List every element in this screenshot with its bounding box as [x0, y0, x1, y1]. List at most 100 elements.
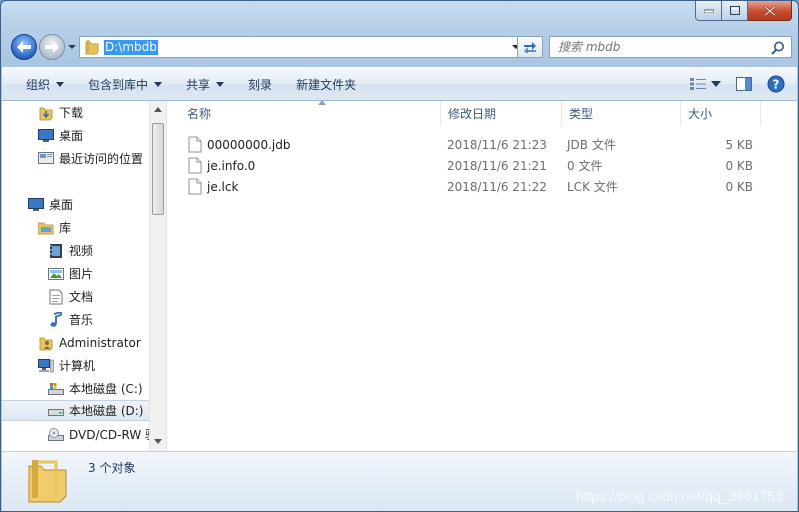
column-header-name[interactable]: 名称 [180, 100, 441, 126]
user-folder-icon [38, 335, 54, 351]
file-modified: 2018/11/6 21:21 [447, 158, 547, 173]
file-row[interactable]: 00000000.jdb 2018/11/6 21:23 JDB 文件 5 KB [168, 134, 788, 155]
scrollbar-thumb[interactable] [152, 123, 164, 215]
minimize-icon [703, 9, 714, 13]
column-label: 修改日期 [448, 107, 497, 121]
nav-item-user[interactable]: Administrator [38, 332, 141, 353]
minimize-button[interactable] [695, 1, 722, 21]
help-icon: ? [767, 75, 785, 93]
refresh-icon [524, 42, 536, 53]
nav-label: 桌面 [59, 129, 84, 143]
computer-icon [38, 358, 54, 374]
include-in-library-label: 包含到库中 [88, 77, 149, 92]
details-pane: 3 个对象 https://blog.csdn.net/qq_3861753 [2, 451, 797, 511]
file-size: 5 KB [725, 137, 753, 152]
nav-label: 图片 [69, 267, 94, 281]
refresh-button[interactable] [517, 36, 543, 58]
file-type: 0 文件 [567, 159, 603, 173]
file-row[interactable]: je.info.0 2018/11/6 21:21 0 文件 0 KB [168, 155, 788, 176]
nav-item-videos[interactable]: 视频 [48, 240, 93, 261]
main-area: 下载 桌面 最近访问的位置 桌面 库 视频 图片 文档 音乐 Administr… [2, 100, 797, 451]
folder-icon [28, 460, 67, 503]
nav-item-pictures[interactable]: 图片 [48, 263, 93, 284]
desktop-icon [28, 197, 44, 213]
nav-item-libraries[interactable]: 库 [38, 217, 71, 238]
file-type: LCK 文件 [567, 180, 618, 194]
close-icon [763, 5, 776, 16]
folder-icon [85, 40, 99, 55]
search-box[interactable] [549, 36, 792, 58]
file-modified: 2018/11/6 21:23 [447, 137, 547, 152]
chevron-down-icon[interactable] [711, 81, 721, 87]
maximize-button[interactable] [722, 1, 748, 21]
file-modified: 2018/11/6 21:22 [447, 179, 547, 194]
preview-pane-icon [736, 77, 752, 91]
nav-item-computer[interactable]: 计算机 [38, 355, 95, 376]
nav-label: 桌面 [49, 198, 74, 212]
nav-item-desktop-fav[interactable]: 桌面 [38, 125, 83, 146]
svg-text:?: ? [773, 78, 780, 92]
help-button[interactable]: ? [763, 72, 789, 96]
item-count: 3 个对象 [88, 461, 136, 475]
nav-label: 本地磁盘 (D:) [69, 404, 144, 418]
drive-icon [48, 403, 64, 419]
nav-label: 音乐 [69, 313, 94, 327]
nav-item-drive-c[interactable]: 本地磁盘 (C:) [48, 378, 143, 399]
forward-button[interactable] [39, 34, 65, 60]
address-path[interactable]: D:\mbdb [104, 39, 158, 55]
share-menu[interactable]: 共享 [174, 71, 236, 97]
organize-menu[interactable]: 组织 [14, 71, 76, 97]
details-view-icon [690, 78, 706, 90]
nav-label: 下载 [59, 106, 84, 120]
view-controls: ? [685, 72, 789, 96]
file-size: 0 KB [725, 179, 753, 194]
file-icon [188, 157, 202, 174]
burn-button[interactable]: 刻录 [236, 71, 284, 97]
file-type: JDB 文件 [567, 138, 616, 152]
column-label: 类型 [569, 107, 594, 121]
file-size: 0 KB [725, 158, 753, 173]
nav-item-drive-d[interactable]: 本地磁盘 (D:) [2, 400, 149, 421]
desktop-icon [38, 128, 54, 144]
file-name: 00000000.jdb [207, 137, 291, 152]
column-header-type[interactable]: 类型 [562, 101, 681, 126]
address-row: D:\mbdb [9, 33, 792, 61]
include-in-library-menu[interactable]: 包含到库中 [76, 71, 174, 97]
watermark-text: https://blog.csdn.net/qq_3861753 [575, 488, 783, 504]
nav-label: Administrator [59, 335, 141, 350]
column-header-modified[interactable]: 修改日期 [441, 101, 562, 126]
explorer-window: D:\mbdb 组织 包含到库中 共享 刻录 新建文件夹 [0, 0, 799, 512]
nav-item-downloads[interactable]: 下载 [38, 102, 83, 123]
back-button[interactable] [11, 34, 37, 60]
nav-item-music[interactable]: 音乐 [48, 309, 93, 330]
new-folder-label: 新建文件夹 [296, 77, 357, 92]
file-icon [188, 136, 202, 153]
nav-item-documents[interactable]: 文档 [48, 286, 93, 307]
nav-item-dvd-drive[interactable]: DVD/CD-RW 驱 [48, 424, 157, 445]
command-bar: 组织 包含到库中 共享 刻录 新建文件夹 ? [2, 67, 797, 101]
preview-pane-button[interactable] [731, 72, 757, 96]
recent-places-icon [38, 151, 54, 167]
address-bar[interactable]: D:\mbdb [79, 36, 525, 58]
new-folder-button[interactable]: 新建文件夹 [284, 71, 368, 97]
scroll-down-icon[interactable] [154, 439, 162, 445]
recent-pages-dropdown[interactable] [67, 42, 77, 52]
system-drive-icon [48, 381, 64, 397]
downloads-folder-icon [38, 105, 54, 121]
library-icon [38, 220, 54, 236]
nav-item-desktop[interactable]: 桌面 [28, 194, 73, 215]
nav-item-recent-places[interactable]: 最近访问的位置 [38, 148, 143, 169]
file-icon [188, 178, 202, 195]
picture-library-icon [48, 266, 64, 282]
nav-scrollbar[interactable] [149, 101, 166, 451]
window-controls [695, 1, 792, 21]
file-row[interactable]: je.lck 2018/11/6 21:22 LCK 文件 0 KB [168, 176, 788, 197]
scroll-up-icon[interactable] [154, 106, 162, 112]
change-view-button[interactable] [685, 72, 711, 96]
close-button[interactable] [748, 1, 792, 21]
dvd-drive-icon [48, 427, 64, 443]
search-icon[interactable] [771, 41, 785, 55]
column-header-size[interactable]: 大小 [681, 101, 761, 126]
chevron-down-icon [154, 81, 163, 87]
search-input[interactable] [558, 40, 758, 54]
